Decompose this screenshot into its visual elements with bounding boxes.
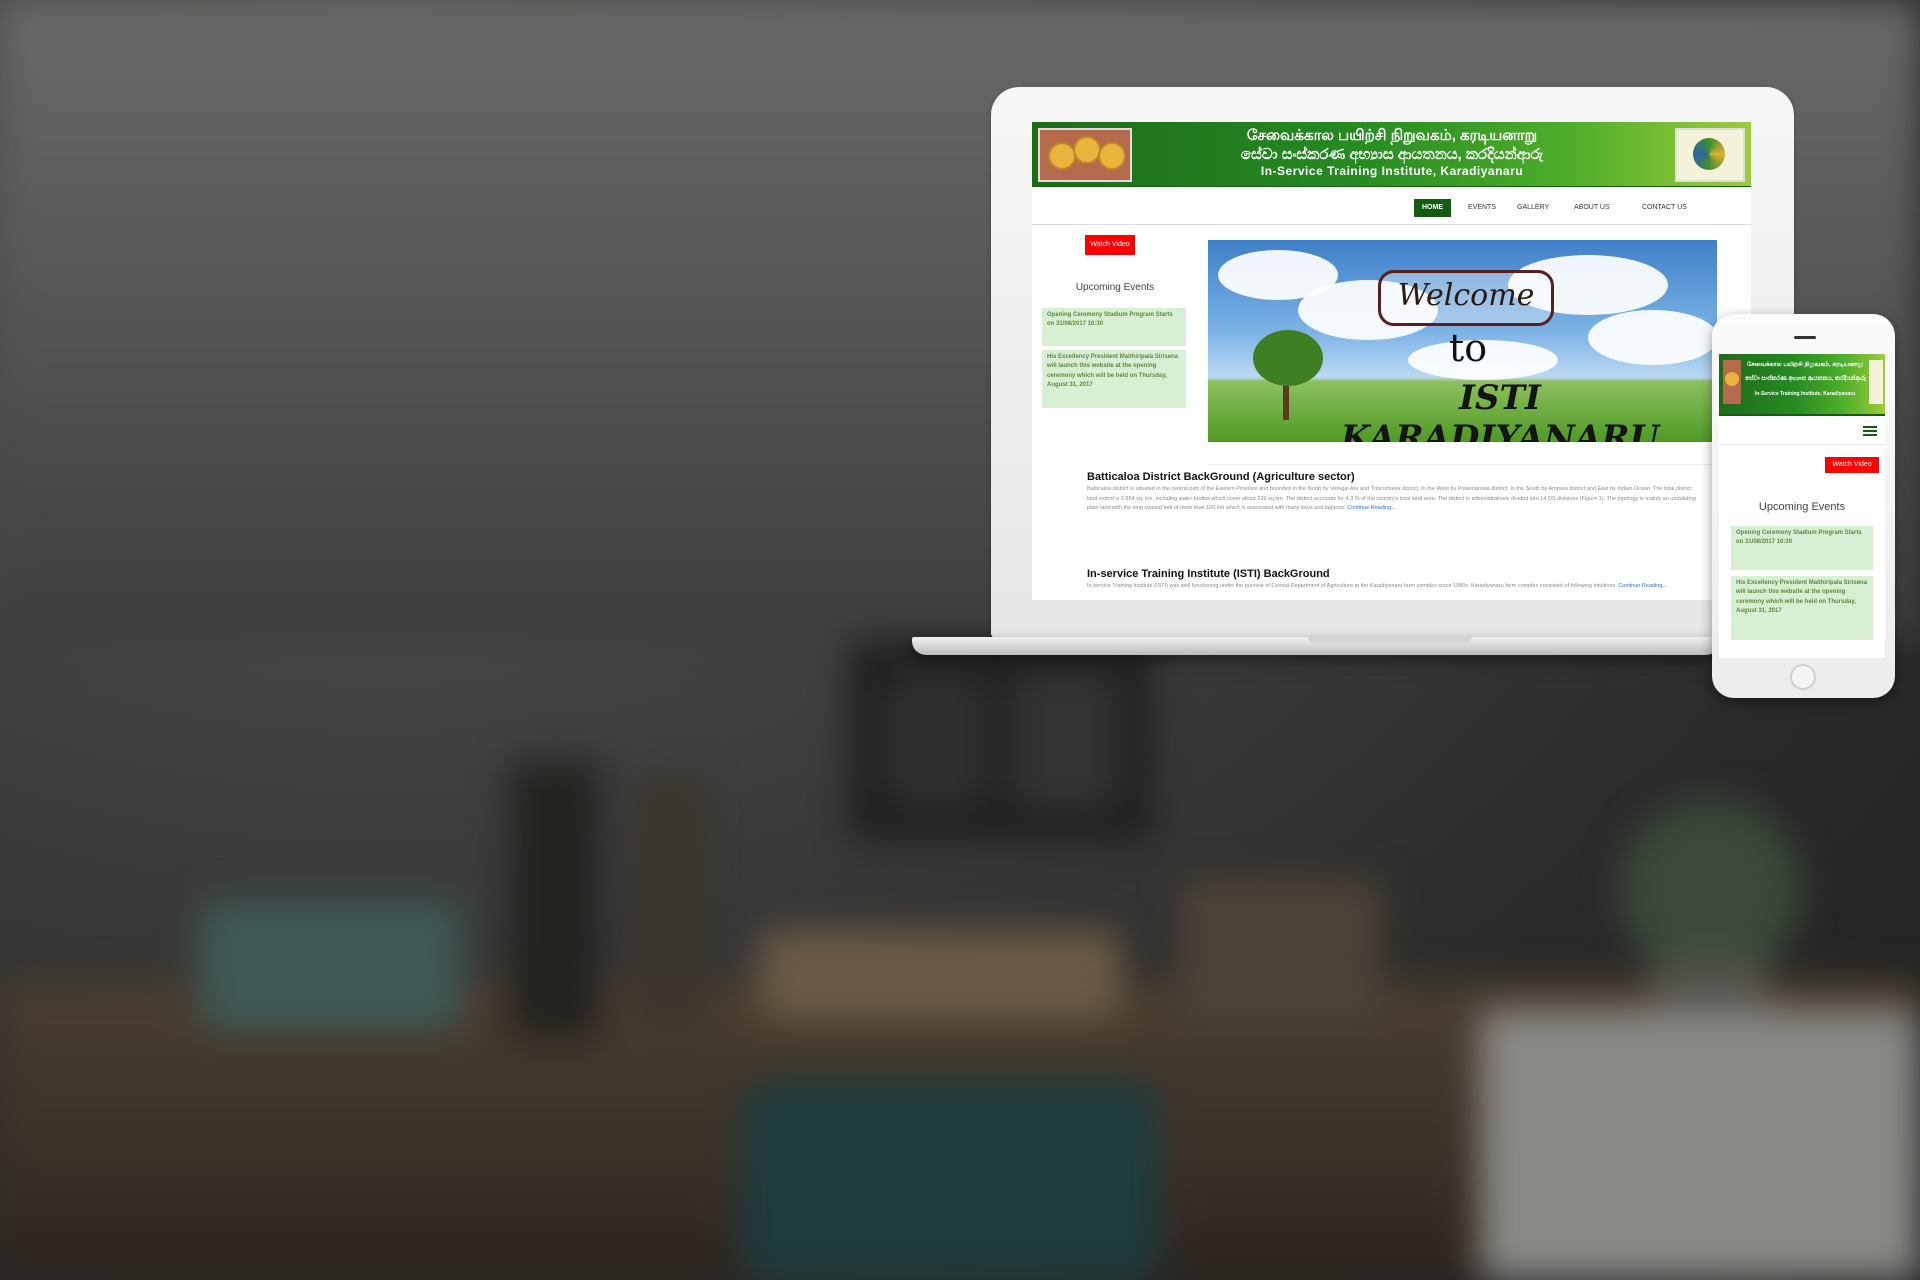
laptop-screen: சேவைக்கால பயிற்சி நிறுவகம், கரடியனாறு සේ…: [1032, 122, 1751, 600]
coin-icon: [1073, 136, 1101, 164]
article-title: Batticaloa District BackGround (Agricult…: [1087, 471, 1355, 483]
article-body: Batticaloa district is situated in the c…: [1087, 485, 1697, 514]
phone-home-button[interactable]: [1790, 664, 1816, 690]
article-body: In-service Training Institute (ISTI) was…: [1087, 582, 1697, 592]
background-plant: [1620, 800, 1800, 980]
background-chair: [740, 1080, 1160, 1280]
event-card[interactable]: His Excellency President Maithiripala Si…: [1042, 350, 1186, 408]
upcoming-events-heading: Upcoming Events: [1075, 282, 1155, 293]
background-desk-items: [760, 930, 1120, 1020]
laptop-notch: [1308, 637, 1472, 643]
coin-icon: [1725, 372, 1739, 386]
seal-icon: [1693, 138, 1725, 170]
nav-contact-us[interactable]: CONTACT US: [1638, 199, 1691, 217]
divider: [1208, 464, 1717, 465]
cloud-shape: [1588, 310, 1717, 365]
background-lamp: [510, 760, 600, 1040]
nav-about-us[interactable]: ABOUT US: [1570, 199, 1614, 217]
nav-home[interactable]: HOME: [1414, 199, 1451, 217]
hamburger-menu-icon[interactable]: [1863, 426, 1877, 436]
watch-video-button[interactable]: Watch Video: [1085, 235, 1135, 255]
main-nav: HOME EVENTS GALLERY ABOUT US CONTACT US: [1032, 187, 1751, 225]
article-title: In-service Training Institute (ISTI) Bac…: [1087, 568, 1330, 580]
event-card[interactable]: His Excellency President Maithiripala Si…: [1731, 576, 1873, 640]
upcoming-events-heading: Upcoming Events: [1758, 501, 1846, 513]
banner-title-sinhala: සේවා සංස්කරණ අභ්‍යාස ආයතනය, කරදියන්ආරු: [1240, 146, 1544, 163]
hero-title: ISTI KARADIYANARU: [1340, 378, 1660, 442]
article-text: In-service Training Institute (ISTI) was…: [1087, 583, 1617, 589]
banner-title-tamil: சேவைக்கால பயிற்சி நிறுவகம், கரடியனாறு: [1746, 362, 1864, 368]
institute-seal-icon: [1675, 128, 1745, 182]
coin-icon: [1048, 142, 1076, 170]
background-monitor-panel: [1010, 670, 1120, 810]
coin-logo-icon: [1723, 360, 1741, 404]
site-banner: சேவைக்கால பயிற்சி நிறுவகம், கரடியனாறு සේ…: [1032, 122, 1751, 188]
hero-welcome-text: Welcome: [1397, 278, 1535, 313]
background-monitor-panel: [880, 670, 990, 810]
event-card[interactable]: Opening Ceremony Stadium Program Starts …: [1042, 308, 1186, 346]
background-shelf: [1480, 1010, 1920, 1280]
background-desk-items: [1180, 880, 1380, 1020]
banner-title-english: In-Service Training Institute, Karadiyan…: [1260, 164, 1524, 178]
nav-events[interactable]: EVENTS: [1464, 199, 1500, 217]
background-radio: [200, 900, 460, 1030]
banner-title-english: In-Service Training Institute, Karadiyan…: [1754, 391, 1856, 397]
institute-seal-icon: [1869, 360, 1883, 404]
site-banner: சேவைக்கால பயிற்சி நிறுவகம், கரடியனாறு සේ…: [1719, 354, 1885, 416]
continue-reading-link[interactable]: Continue Reading...: [1347, 505, 1396, 511]
continue-reading-link[interactable]: Continue Reading...: [1618, 583, 1667, 589]
watch-video-button[interactable]: Watch Video: [1825, 457, 1879, 473]
hero-to-text: to: [1448, 326, 1488, 370]
divider: [1719, 444, 1885, 445]
background-books: [640, 780, 700, 1020]
banner-title-sinhala: සේවා සංස්කරණ අභ්‍යාස ආයතනය, කරදියන්ආරු: [1745, 376, 1866, 382]
nav-gallery[interactable]: GALLERY: [1513, 199, 1553, 217]
hero-banner-image: Welcome to ISTI KARADIYANARU: [1208, 240, 1717, 442]
event-card[interactable]: Opening Ceremony Stadium Program Starts …: [1731, 526, 1873, 570]
coin-icon: [1098, 142, 1126, 170]
banner-title-tamil: சேவைக்கால பயிற்சி நிறுவகம், கரடியனாறு: [1246, 127, 1538, 144]
phone-screen: சேவைக்கால பயிற்சி நிறுவகம், கரடியனாறு සේ…: [1719, 354, 1885, 658]
coin-logo-icon: [1038, 128, 1132, 182]
phone-speaker: [1794, 336, 1816, 339]
